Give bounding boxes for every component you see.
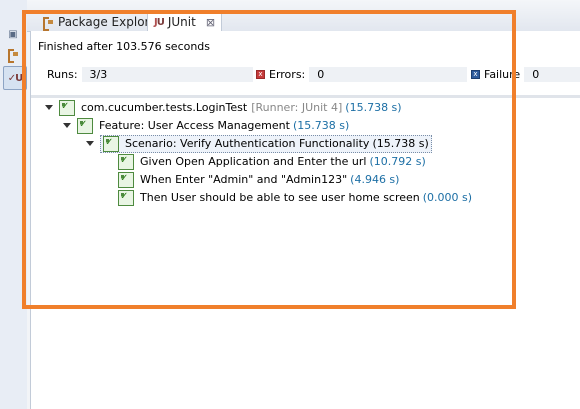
step-duration: (0.000 s) (422, 191, 473, 204)
junit-icon: JU (154, 16, 165, 28)
test-passed-icon (59, 99, 75, 116)
test-passed-icon (77, 117, 93, 134)
test-passed-icon (118, 189, 134, 206)
step-duration: (4.946 s) (350, 173, 400, 186)
feature-name: Feature: User Access Management (99, 119, 290, 132)
step-duration: (10.792 s) (369, 155, 426, 168)
failures-value: 0 (524, 66, 580, 82)
root-duration: (15.738 s) (345, 101, 402, 114)
tree-node-step[interactable]: Then User should be able to see user hom… (118, 189, 472, 206)
junit-icon[interactable]: ✓U (3, 66, 27, 90)
close-icon[interactable]: ⊠ (206, 16, 215, 29)
view-tab-bar: Package Explorer JU JUnit ⊠ (27, 0, 580, 32)
tree-node-scenario[interactable]: Scenario: Verify Authentication Function… (86, 134, 432, 153)
error-icon: x (256, 69, 265, 79)
tab-label: JUnit (167, 15, 196, 29)
test-passed-icon (118, 171, 134, 188)
tree-node-root[interactable]: com.cucumber.tests.LoginTest [Runner: JU… (45, 99, 402, 116)
package-explorer-icon[interactable] (5, 46, 21, 63)
root-name: com.cucumber.tests.LoginTest (81, 101, 248, 114)
progress-divider (31, 95, 580, 98)
test-counters: Runs: 3/3 x Errors: 0 x Failure 0 (31, 65, 580, 85)
collapse-arrow-icon[interactable] (63, 123, 71, 128)
errors-label: Errors: (269, 67, 306, 81)
junit-panel: Finished after 103.576 seconds Runs: 3/3… (30, 31, 580, 409)
tree-node-step[interactable]: When Enter "Admin" and "Admin123" (4.946… (118, 171, 399, 188)
junit-view: Package Explorer JU JUnit ⊠ Finished aft… (27, 0, 580, 409)
failures-label: Failure (484, 67, 521, 81)
step-name: Then User should be able to see user hom… (140, 191, 420, 204)
runs-label: Runs: (47, 67, 78, 81)
failure-icon: x (471, 69, 480, 79)
collapse-arrow-icon[interactable] (86, 141, 94, 146)
finished-status: Finished after 103.576 seconds (38, 40, 211, 53)
left-trim-bar: ▣ ✓U (0, 0, 28, 409)
errors-counter: x Errors: 0 (256, 65, 468, 83)
test-passed-icon (118, 153, 134, 170)
test-passed-icon (103, 135, 119, 152)
scenario-duration: (15.738 s) (372, 137, 429, 150)
errors-value: 0 (309, 66, 468, 82)
failures-counter: x Failure 0 (471, 65, 580, 83)
step-name: Given Open Application and Enter the url (140, 155, 367, 168)
tab-label: Package Explorer (58, 14, 162, 29)
runs-counter: Runs: 3/3 (47, 65, 253, 83)
feature-duration: (15.738 s) (292, 119, 350, 132)
runs-value: 3/3 (81, 66, 253, 82)
tab-junit[interactable]: JU JUnit ⊠ (147, 11, 223, 32)
scenario-selection: Scenario: Verify Authentication Function… (100, 134, 432, 153)
root-runner: [Runner: JUnit 4] (251, 101, 343, 114)
tree-node-step[interactable]: Given Open Application and Enter the url… (118, 153, 426, 170)
step-name: When Enter "Admin" and "Admin123" (140, 173, 348, 186)
restore-icon[interactable]: ▣ (5, 26, 21, 42)
collapse-arrow-icon[interactable] (45, 105, 53, 110)
scenario-name: Scenario: Verify Authentication Function… (125, 137, 370, 150)
package-explorer-icon (42, 16, 54, 31)
tree-node-feature[interactable]: Feature: User Access Management (15.738 … (63, 117, 349, 134)
